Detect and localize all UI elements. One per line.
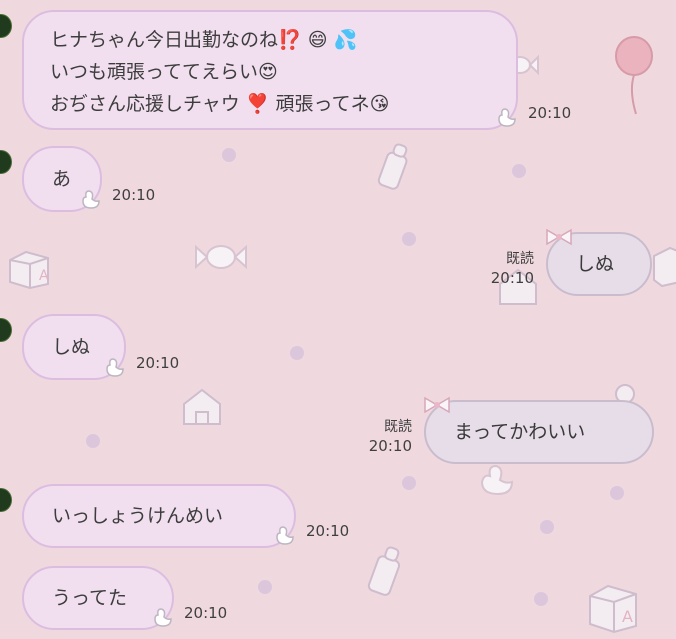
message-text: あ <box>52 168 72 190</box>
message-time: 20:10 <box>490 269 534 287</box>
polka-dot <box>540 520 554 534</box>
message-time: 20:10 <box>368 437 412 455</box>
duck-corner-icon <box>154 608 172 627</box>
house-icon <box>183 388 221 425</box>
duck-corner-icon <box>276 526 294 545</box>
message-time: 20:10 <box>112 186 156 204</box>
read-status: 既読 20:10 <box>484 250 534 288</box>
message-text: いっしょうけんめい <box>52 505 224 527</box>
polka-dot <box>86 434 100 448</box>
polka-dot <box>290 346 304 360</box>
message-bubble-outgoing[interactable]: まってかわいい <box>424 400 654 464</box>
polka-dot <box>402 476 416 490</box>
message-text: しぬ <box>576 253 615 275</box>
message-bubble-incoming[interactable]: いっしょうけんめい <box>22 484 296 548</box>
message-time: 20:10 <box>136 354 180 372</box>
message-bubble-incoming[interactable]: ヒナちゃん今日出勤なのね⁉️ 😄 💦 いつも頑張っててえらい😍 おぢさん応援しチ… <box>22 10 518 130</box>
message-time: 20:10 <box>528 104 572 122</box>
baby-bottle-icon <box>367 546 401 596</box>
duck-corner-icon <box>498 108 516 127</box>
duck-corner-icon <box>82 190 100 209</box>
polka-dot <box>512 164 526 178</box>
message-line: いつも頑張っててえらい😍 <box>50 61 278 83</box>
toy-block-icon: A <box>589 584 637 634</box>
message-time: 20:10 <box>306 522 350 540</box>
ribbon-bow-icon <box>424 396 450 414</box>
svg-text:A: A <box>622 607 633 626</box>
polka-dot <box>534 592 548 606</box>
read-receipt: 既読 <box>384 419 412 435</box>
duck-icon <box>480 464 514 496</box>
read-status: 既読 20:10 <box>362 418 412 456</box>
balloon-icon <box>615 36 653 115</box>
read-receipt: 既読 <box>506 251 534 267</box>
ribbon-bow-icon <box>546 228 572 246</box>
polka-dot <box>258 580 272 594</box>
message-line: ヒナちゃん今日出勤なのね⁉️ 😄 💦 <box>50 29 358 51</box>
toy-block-icon: A <box>9 250 49 290</box>
message-line: おぢさん応援しチャウ ❣️ 頑張ってネ😘 <box>50 93 390 115</box>
message-time: 20:10 <box>184 604 228 622</box>
candy-icon <box>195 244 247 270</box>
polka-dot <box>402 232 416 246</box>
message-text: しぬ <box>52 336 91 358</box>
baby-bottle-icon <box>377 143 408 190</box>
duck-corner-icon <box>106 358 124 377</box>
message-text: まってかわいい <box>454 421 586 443</box>
svg-text:A: A <box>39 268 49 284</box>
polka-dot <box>610 486 624 500</box>
message-text: うってた <box>52 587 128 609</box>
polka-dot <box>222 148 236 162</box>
toy-block-icon <box>653 246 676 288</box>
